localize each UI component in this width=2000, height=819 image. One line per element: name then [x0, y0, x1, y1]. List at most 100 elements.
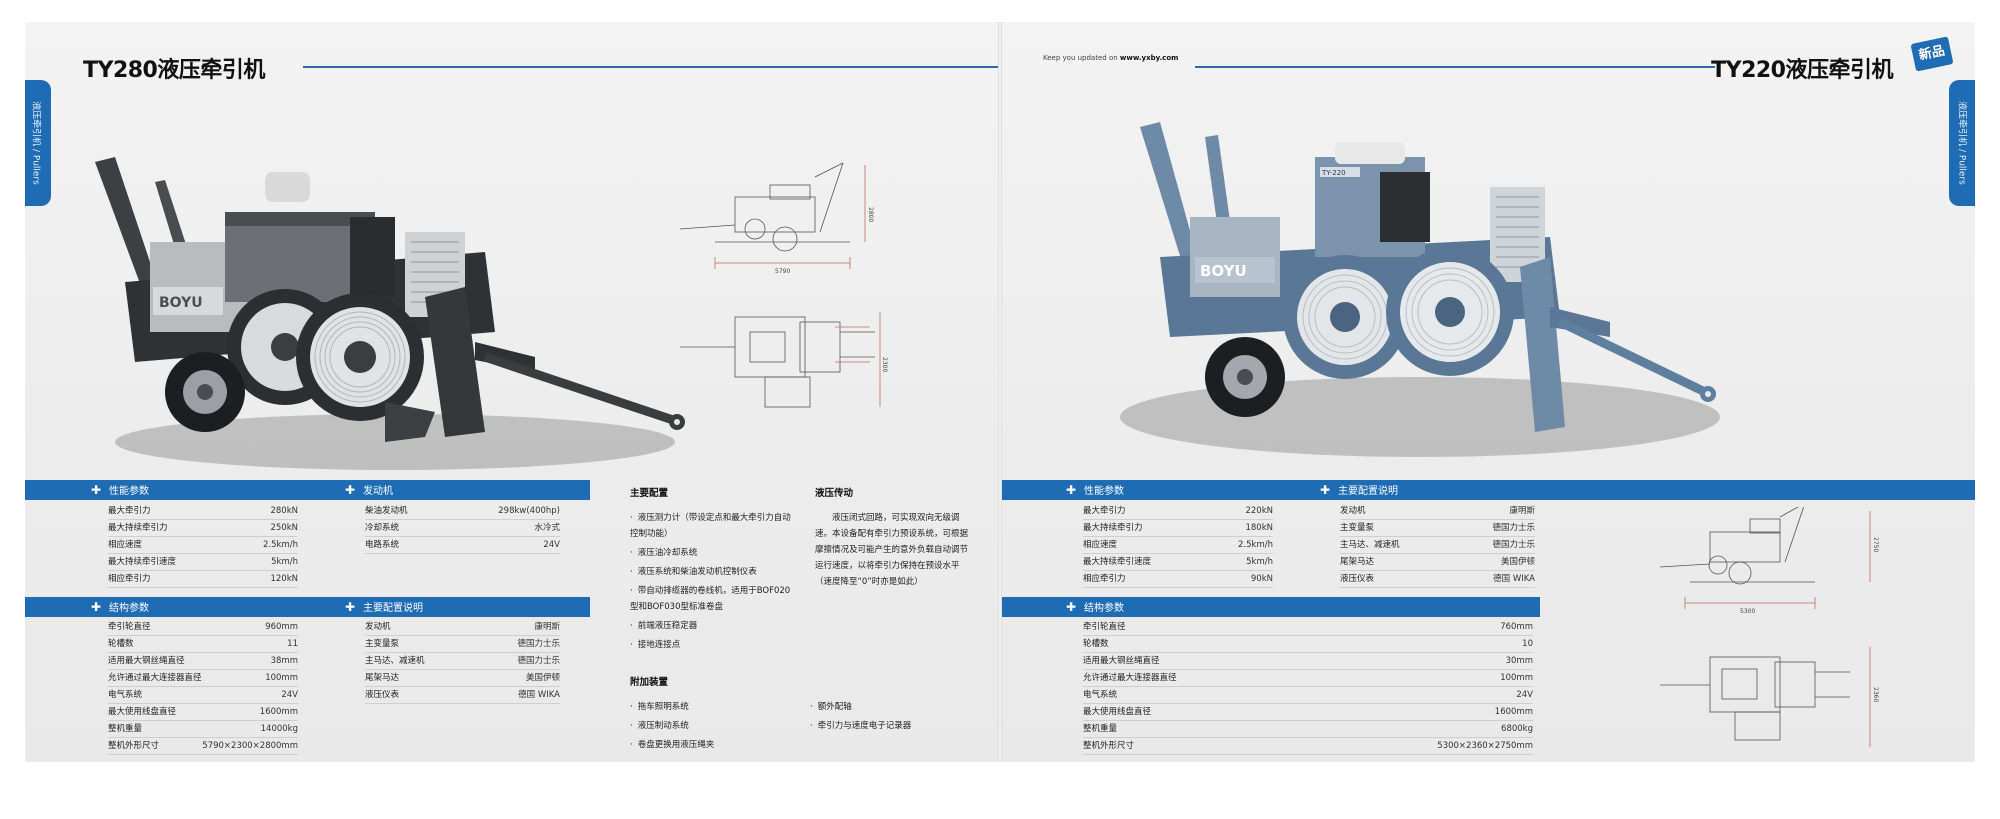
table-row: 整机重量 14000kg: [108, 721, 298, 738]
brochure-spread: TY280液压牵引机 液压牵引机 / Pullers BOYU 5790 280…: [25, 22, 1975, 762]
table-row: 整机外形尺寸 5790×2300×2800mm: [108, 738, 298, 755]
ty220-technical-drawing: 5300 2750 2360: [1659, 507, 1879, 747]
right-side-tab[interactable]: 液压牵引机 / Pullers: [1949, 80, 1975, 206]
svg-text:BOYU: BOYU: [159, 295, 203, 311]
plus-icon: ✚: [344, 600, 356, 614]
plus-icon: ✚: [1065, 483, 1077, 497]
extra-equipment-block: 附加装置 拖车照明系统 液压制动系统 卷盘更换用液压绳夹 额外配轴 牵引力与速度…: [630, 675, 970, 759]
left-side-tab[interactable]: 液压牵引机 / Pullers: [25, 80, 51, 206]
left-side-tab-label: 液压牵引机 / Pullers: [30, 101, 41, 185]
new-product-badge: 新品: [1910, 36, 1954, 72]
table-row: 最大持续牵引速度 5km/h: [1083, 554, 1273, 571]
left-engine-title: 发动机: [363, 486, 393, 497]
ty280-dim-height: 2800: [867, 207, 874, 222]
table-row: 主变量泵 德国力士乐: [365, 636, 560, 653]
left-performance-title: 性能参数: [109, 486, 149, 497]
list-item: 液压系统和柴油发动机控制仪表: [630, 564, 795, 580]
left-header-line: [303, 66, 1053, 68]
table-row: 轮槽数 11: [108, 636, 298, 653]
right-structure-title: 结构参数: [1084, 603, 1124, 614]
table-row: 最大使用线盘直径 1600mm: [1083, 704, 1533, 721]
table-row: 最大持续牵引力 180kN: [1083, 520, 1273, 537]
ty280-machine-photo: BOYU: [95, 157, 685, 470]
list-item: 前端液压稳定器: [630, 618, 795, 634]
list-item: 液压制动系统: [630, 718, 800, 734]
table-row: 尾架马达 美国伊顿: [365, 670, 560, 687]
ty280-technical-drawing: 5790 2800 2300: [679, 162, 888, 408]
table-row: 尾架马达 美国伊顿: [1340, 554, 1535, 571]
right-model-title: TY220液压牵引机: [1711, 58, 1893, 83]
table-row: 主马达、减速机 德国力士乐: [1340, 537, 1535, 554]
plus-icon: ✚: [90, 483, 102, 497]
right-main-config-table: 发动机 康明斯 主变量泵 德国力士乐 主马达、减速机 德国力士乐 尾架马达 美国伊顿 液…: [1340, 503, 1535, 588]
list-item: 拖车照明系统: [630, 699, 800, 715]
table-row: 发动机 康明斯: [365, 619, 560, 636]
table-row: 电气系统 24V: [1083, 687, 1533, 704]
table-row: 电气系统 24V: [108, 687, 298, 704]
table-row: 液压仪表 德国 WIKA: [1340, 571, 1535, 588]
table-row: 电路系统 24V: [365, 537, 560, 554]
table-row: 冷却系统 水冷式: [365, 520, 560, 537]
left-main-config-title: 主要配置说明: [363, 603, 423, 614]
right-header-line: [1195, 66, 1715, 68]
left-page: TY280液压牵引机 液压牵引机 / Pullers BOYU 5790 280…: [25, 22, 1053, 762]
right-structure-bar: ✚ 结构参数: [1000, 597, 1540, 617]
table-row: 相应牵引力 120kN: [108, 571, 298, 588]
ty220-machine-photo: TY-220 BOYU: [1120, 122, 1720, 457]
tagline-prefix: Keep you updated on: [1043, 54, 1118, 62]
ty280-dim-length: 5790: [775, 268, 790, 275]
plus-icon: ✚: [90, 600, 102, 614]
left-structure-table: 牵引轮直径 960mm 轮槽数 11 适用最大钢丝绳直径 38mm 允许通过最大连接器…: [108, 619, 298, 755]
ty220-dim-length: 5300: [1740, 608, 1755, 615]
table-row: 允许通过最大连接器直径 100mm: [1083, 670, 1533, 687]
table-row: 液压仪表 德国 WIKA: [365, 687, 560, 704]
ty280-dim-width: 2300: [881, 357, 888, 372]
table-row: 最大持续牵引速度 5km/h: [108, 554, 298, 571]
left-structure-bar: ✚ 结构参数 ✚ 主要配置说明: [25, 597, 590, 617]
plus-icon: ✚: [344, 483, 356, 497]
hydraulic-description: 液压闭式回路，可实现双向无级调速。本设备配有牵引力预设系统，可根据摩擦情况及可能…: [815, 513, 969, 587]
main-config-column: 主要配置 液压测力计（带设定点和最大牵引力自动控制功能） 液压油冷却系统 液压系…: [630, 486, 795, 656]
list-item: 带自动排缆器的卷线机，适用于BOF020型和BOF030型标准卷盘: [630, 583, 795, 615]
left-structure-title: 结构参数: [109, 603, 149, 614]
table-row: 相应速度 2.5km/h: [108, 537, 298, 554]
left-model-title: TY280液压牵引机: [83, 58, 265, 83]
table-row: 最大牵引力 220kN: [1083, 503, 1273, 520]
tagline-url[interactable]: www.yxby.com: [1120, 54, 1179, 62]
table-row: 牵引轮直径 960mm: [108, 619, 298, 636]
table-row: 允许通过最大连接器直径 100mm: [108, 670, 298, 687]
table-row: 最大使用线盘直径 1600mm: [108, 704, 298, 721]
table-row: 主马达、减速机 德国力士乐: [365, 653, 560, 670]
list-item: 液压测力计（带设定点和最大牵引力自动控制功能）: [630, 510, 795, 542]
table-row: 主变量泵 德国力士乐: [1340, 520, 1535, 537]
page-fold: [998, 22, 1002, 762]
list-item: 卷盘更换用液压绳夹: [630, 737, 800, 753]
right-performance-title: 性能参数: [1084, 486, 1124, 497]
extra-equipment-heading: 附加装置: [630, 677, 669, 688]
right-structure-table: 牵引轮直径 760mm 轮槽数 10 适用最大钢丝绳直径 30mm 允许通过最大连接器…: [1083, 619, 1533, 755]
list-item: 接地连接点: [630, 637, 795, 653]
ty220-dim-height: 2750: [1872, 537, 1879, 552]
main-config-heading: 主要配置: [630, 488, 669, 499]
plus-icon: ✚: [1319, 483, 1331, 497]
svg-text:BOYU: BOYU: [1200, 262, 1247, 280]
right-performance-bar: ✚ 性能参数 ✚ 主要配置说明: [1000, 480, 1975, 500]
table-row: 最大牵引力 280kN: [108, 503, 298, 520]
hydraulic-heading: 液压传动: [815, 488, 854, 499]
hydraulic-column: 液压传动 液压闭式回路，可实现双向无级调速。本设备配有牵引力预设系统，可根据摩擦…: [815, 486, 975, 590]
right-page: TY220液压牵引机 新品 液压牵引机 / Pullers TY-220 BOY…: [1000, 22, 1975, 762]
table-row: 相应牵引力 90kN: [1083, 571, 1273, 588]
table-row: 适用最大钢丝绳直径 30mm: [1083, 653, 1533, 670]
table-row: 适用最大钢丝绳直径 38mm: [108, 653, 298, 670]
table-row: 发动机 康明斯: [1340, 503, 1535, 520]
left-main-config-table: 发动机 康明斯 主变量泵 德国力士乐 主马达、减速机 德国力士乐 尾架马达 美国伊顿 液…: [365, 619, 560, 704]
table-row: 最大持续牵引力 250kN: [108, 520, 298, 537]
table-row: 轮槽数 10: [1083, 636, 1533, 653]
right-performance-table: 最大牵引力 220kN 最大持续牵引力 180kN 相应速度 2.5km/h 最大持续…: [1083, 503, 1273, 588]
svg-text:TY-220: TY-220: [1321, 169, 1346, 177]
left-engine-table: 柴油发动机 298kw(400hp) 冷却系统 水冷式 电路系统 24V: [365, 503, 560, 554]
plus-icon: ✚: [1065, 600, 1077, 614]
table-row: 整机外形尺寸 5300×2360×2750mm: [1083, 738, 1533, 755]
list-item: 液压油冷却系统: [630, 545, 795, 561]
tagline: Keep you updated on www.yxby.com: [1043, 54, 1178, 62]
